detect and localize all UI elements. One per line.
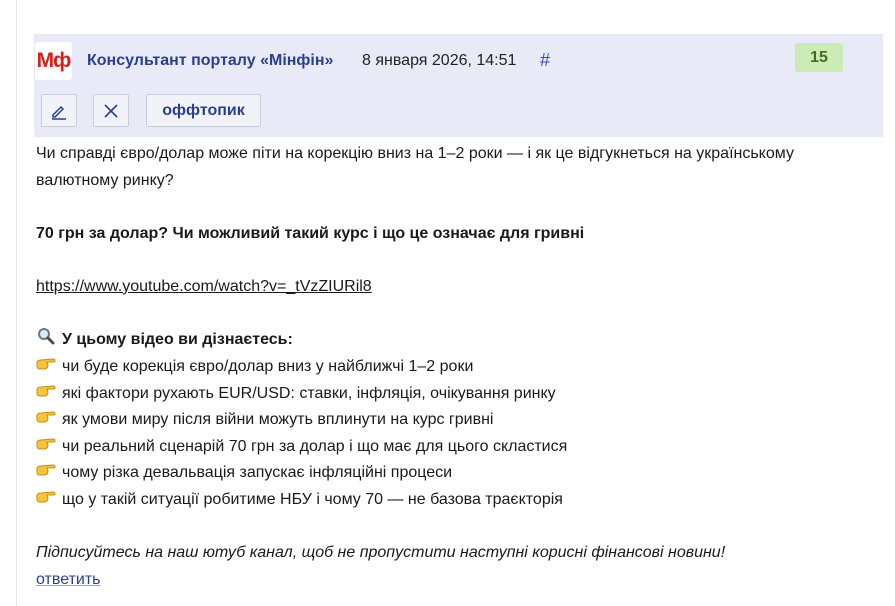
magnifier-icon bbox=[36, 327, 56, 355]
list-item: які фактори рухають EUR/USD: ставки, інф… bbox=[36, 381, 883, 408]
pointing-hand-icon bbox=[36, 434, 56, 461]
list-item: чи реальний сценарій 70 грн за долар і щ… bbox=[36, 434, 883, 461]
minfin-logo[interactable]: Мф bbox=[35, 42, 72, 80]
post-date: 8 января 2026, 14:51 bbox=[362, 52, 517, 69]
pointing-hand-icon bbox=[36, 381, 56, 408]
list-item: як умови миру після війни можуть вплинут… bbox=[36, 407, 883, 434]
post-header: Мф Консультант порталу «Мінфін» 8 января… bbox=[34, 34, 883, 137]
left-divider bbox=[16, 0, 17, 606]
close-icon bbox=[104, 103, 118, 118]
delete-button[interactable] bbox=[93, 94, 129, 127]
learn-heading: У цьому відео ви дізнаєтесь: bbox=[36, 327, 883, 355]
list-item: чому різка девальвація запускає інфляцій… bbox=[36, 460, 883, 487]
pointing-hand-icon bbox=[36, 460, 56, 487]
author-name[interactable]: Консультант порталу «Мінфін» bbox=[87, 52, 333, 70]
edit-button[interactable] bbox=[41, 94, 77, 127]
rating-badge[interactable]: 15 bbox=[795, 43, 843, 72]
post-body: Чи справді євро/долар може піти на корек… bbox=[36, 137, 883, 594]
post-headline: 70 грн за долар? Чи можливий такий курс … bbox=[36, 224, 585, 242]
offtopic-button[interactable]: оффтопик bbox=[146, 94, 261, 127]
reply-link[interactable]: ответить bbox=[36, 567, 101, 594]
pointing-hand-icon bbox=[36, 407, 56, 434]
forum-post: Мф Консультант порталу «Мінфін» 8 января… bbox=[34, 34, 883, 594]
permalink-hash[interactable]: # bbox=[540, 50, 550, 71]
list-item: що у такій ситуації робитиме НБУ і чому … bbox=[36, 487, 883, 514]
pencil-icon bbox=[52, 105, 66, 120]
list-item: чи буде корекція євро/долар вниз у найбл… bbox=[36, 354, 883, 381]
intro-question: Чи справді євро/долар може піти на корек… bbox=[36, 145, 794, 189]
pointing-hand-icon bbox=[36, 354, 56, 381]
subscribe-note: Підписуйтесь на наш ютуб канал, щоб не п… bbox=[36, 543, 726, 561]
video-link[interactable]: https://www.youtube.com/watch?v=_tVzZIUR… bbox=[36, 278, 372, 295]
pointing-hand-icon bbox=[36, 487, 56, 514]
